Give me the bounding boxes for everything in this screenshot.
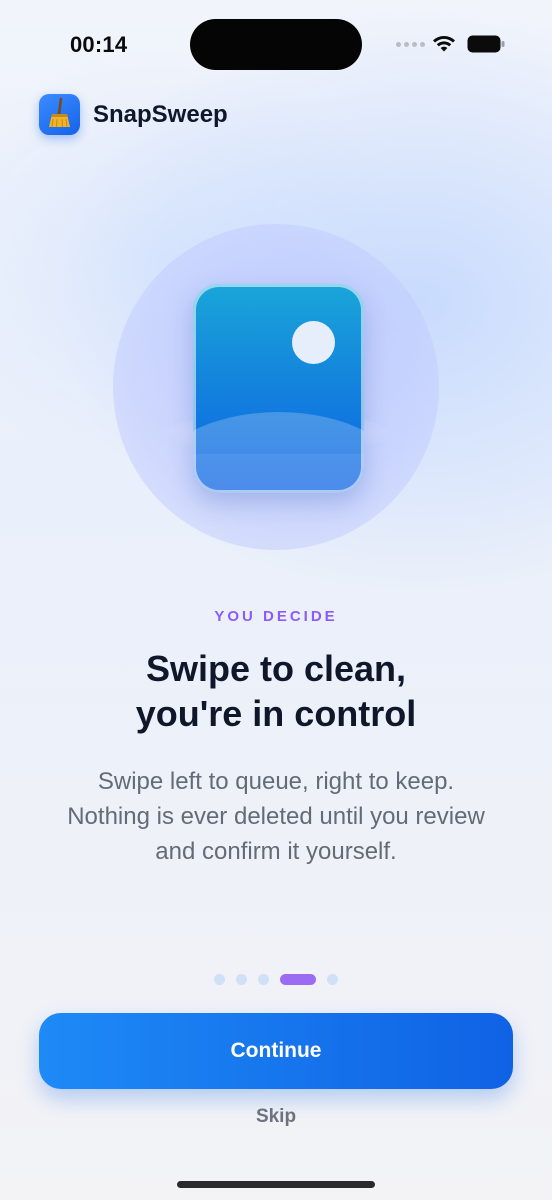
description-line: Nothing is ever deleted until you review [67, 803, 485, 830]
page-dot-4-active[interactable] [280, 974, 316, 985]
app-title: SnapSweep [93, 100, 228, 128]
app-header: SnapSweep [39, 94, 228, 135]
battery-icon [467, 35, 505, 53]
page-dot-3[interactable] [258, 974, 269, 985]
onboarding-headline: Swipe to clean, you're in control [40, 646, 512, 736]
page-indicator [0, 974, 552, 985]
cellular-signal-icon [396, 42, 425, 47]
dynamic-island [190, 19, 362, 70]
broom-icon [49, 97, 70, 128]
headline-line: Swipe to clean, [145, 648, 407, 689]
continue-button[interactable]: Continue [39, 1013, 513, 1089]
headline-line: you're in control [135, 693, 417, 734]
sun-icon [292, 321, 335, 364]
description-line: and confirm it yourself. [155, 838, 397, 865]
page-dot-1[interactable] [214, 974, 225, 985]
home-indicator[interactable] [177, 1181, 375, 1188]
description-line: Swipe left to queue, right to keep. [97, 768, 455, 795]
page-dot-5[interactable] [327, 974, 338, 985]
onboarding-eyebrow: YOU DECIDE [214, 608, 338, 625]
status-bar: 00:14 [0, 0, 552, 90]
app-logo [39, 94, 80, 135]
photo-icon [193, 284, 364, 493]
wifi-icon [433, 35, 455, 52]
onboarding-description: Swipe left to queue, right to keep. Noth… [30, 764, 522, 869]
skip-button[interactable]: Skip [0, 1106, 552, 1128]
page-dot-2[interactable] [236, 974, 247, 985]
status-time: 00:14 [70, 32, 128, 57]
